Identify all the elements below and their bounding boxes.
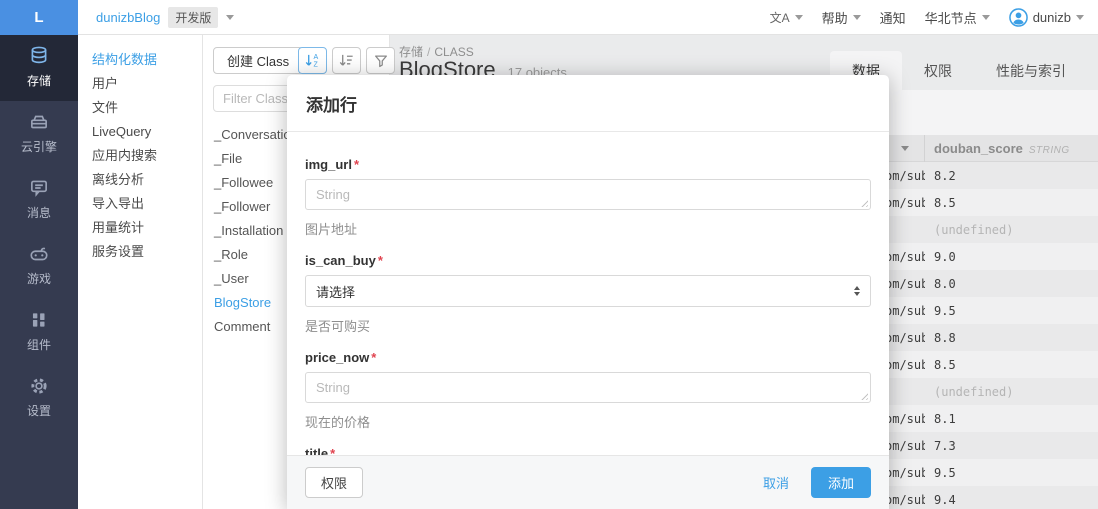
sidebar-item-games[interactable]: 游戏 bbox=[0, 233, 78, 299]
score-cell[interactable]: (undefined) bbox=[925, 223, 1013, 237]
subnav-usage-stats[interactable]: 用量统计 bbox=[78, 216, 202, 240]
create-class-button[interactable]: 创建 Class bbox=[213, 47, 303, 74]
sidebar-item-components[interactable]: 组件 bbox=[0, 299, 78, 365]
svg-text:Z: Z bbox=[313, 61, 318, 69]
storage-sidebar: 结构化数据 用户 文件 LiveQuery 应用内搜索 离线分析 导入导出 用量… bbox=[78, 35, 203, 509]
avatar bbox=[1009, 8, 1028, 27]
tab-performance-index[interactable]: 性能与索引 bbox=[974, 51, 1088, 90]
score-cell[interactable]: 8.2 bbox=[925, 169, 956, 183]
url-cell[interactable]: om/sub bbox=[885, 277, 925, 291]
url-cell[interactable]: om/sub bbox=[885, 493, 925, 507]
chevron-down-icon bbox=[795, 15, 803, 20]
url-cell[interactable]: om/sub bbox=[885, 196, 925, 210]
field-hint-price-now: 现在的价格 bbox=[305, 412, 871, 431]
notifications-link[interactable]: 通知 bbox=[880, 8, 906, 27]
sidebar-item-storage[interactable]: 存储 bbox=[0, 35, 78, 101]
subnav-service-settings[interactable]: 服务设置 bbox=[78, 240, 202, 264]
app-switcher[interactable]: dunizbBlog 开发版 bbox=[96, 0, 234, 35]
required-asterisk: * bbox=[378, 253, 383, 268]
components-icon bbox=[0, 309, 78, 333]
subnav-offline-analysis[interactable]: 离线分析 bbox=[78, 168, 202, 192]
column-type-label: STRING bbox=[1029, 145, 1070, 156]
img-url-input[interactable] bbox=[305, 179, 871, 210]
subnav-livequery[interactable]: LiveQuery bbox=[78, 120, 202, 144]
filter-funnel-button[interactable] bbox=[366, 47, 395, 74]
topbar-menu: 文A 帮助 通知 华北节点 dunizb bbox=[770, 0, 1084, 35]
primary-sidebar: 存储 云引擎 消息 bbox=[0, 35, 78, 509]
url-cell[interactable]: om/sub bbox=[885, 250, 925, 264]
column-menu-button[interactable] bbox=[885, 135, 925, 162]
field-hint-is-can-buy: 是否可购买 bbox=[305, 316, 871, 335]
modal-body: img_url* 图片地址 is_can_buy* 请选择 是否可购买 pric… bbox=[287, 132, 889, 499]
subnav-structured-data[interactable]: 结构化数据 bbox=[78, 48, 202, 72]
region-menu[interactable]: 华北节点 bbox=[925, 8, 990, 27]
tab-permissions[interactable]: 权限 bbox=[902, 51, 974, 90]
score-cell[interactable]: 8.5 bbox=[925, 196, 956, 210]
sidebar-item-settings[interactable]: 设置 bbox=[0, 365, 78, 431]
permissions-button[interactable]: 权限 bbox=[305, 467, 363, 498]
score-cell[interactable]: 9.5 bbox=[925, 466, 956, 480]
url-cell[interactable]: om/sub bbox=[885, 331, 925, 345]
chevron-down-icon bbox=[901, 146, 909, 151]
score-cell[interactable]: 8.5 bbox=[925, 358, 956, 372]
app-name-link[interactable]: dunizbBlog bbox=[96, 10, 160, 25]
score-cell[interactable]: 8.8 bbox=[925, 331, 956, 345]
server-icon bbox=[0, 111, 78, 135]
add-row-modal: 添加行 img_url* 图片地址 is_can_buy* 请选择 是否可购买 … bbox=[287, 75, 889, 509]
score-cell[interactable]: 8.0 bbox=[925, 277, 956, 291]
chevron-down-icon bbox=[1076, 15, 1084, 20]
language-menu[interactable]: 文A bbox=[770, 9, 803, 26]
sidebar-item-cloud-engine[interactable]: 云引擎 bbox=[0, 101, 78, 167]
url-cell[interactable]: om/sub bbox=[885, 169, 925, 183]
add-button[interactable]: 添加 bbox=[811, 467, 871, 498]
chevron-down-icon bbox=[853, 15, 861, 20]
url-cell[interactable]: om/sub bbox=[885, 439, 925, 453]
select-stepper-icon bbox=[854, 286, 860, 296]
score-cell[interactable]: 7.3 bbox=[925, 439, 956, 453]
column-header-douban-score[interactable]: douban_score STRING bbox=[925, 141, 1070, 156]
modal-footer: 权限 取消 添加 bbox=[287, 455, 889, 509]
app-env-badge: 开发版 bbox=[168, 7, 218, 28]
user-menu[interactable]: dunizb bbox=[1009, 8, 1084, 27]
field-hint-img-url: 图片地址 bbox=[305, 219, 871, 238]
score-cell[interactable]: 9.5 bbox=[925, 304, 956, 318]
app-screen: L dunizbBlog 开发版 文A 帮助 通知 华北节点 bbox=[0, 0, 1098, 509]
score-cell[interactable]: 9.0 bbox=[925, 250, 956, 264]
score-cell[interactable]: (undefined) bbox=[925, 385, 1013, 399]
cancel-button[interactable]: 取消 bbox=[763, 473, 789, 492]
subnav-inapp-search[interactable]: 应用内搜索 bbox=[78, 144, 202, 168]
url-cell[interactable]: om/sub bbox=[885, 358, 925, 372]
database-icon bbox=[0, 45, 78, 69]
chevron-down-icon[interactable] bbox=[226, 15, 234, 20]
topbar: L dunizbBlog 开发版 文A 帮助 通知 华北节点 bbox=[0, 0, 1098, 35]
required-asterisk: * bbox=[354, 157, 359, 172]
sort-alpha-button[interactable]: A Z bbox=[298, 47, 327, 74]
gamepad-icon bbox=[0, 243, 78, 267]
chat-bubble-icon bbox=[0, 177, 78, 201]
url-cell[interactable]: om/sub bbox=[885, 412, 925, 426]
field-label-is-can-buy: is_can_buy* bbox=[305, 253, 871, 268]
class-toolbar: A Z bbox=[298, 47, 395, 74]
required-asterisk: * bbox=[371, 350, 376, 365]
price-now-input[interactable] bbox=[305, 372, 871, 403]
score-cell[interactable]: 9.4 bbox=[925, 493, 956, 507]
subnav-files[interactable]: 文件 bbox=[78, 96, 202, 120]
subnav-users[interactable]: 用户 bbox=[78, 72, 202, 96]
field-label-price-now: price_now* bbox=[305, 350, 871, 365]
chevron-down-icon bbox=[982, 15, 990, 20]
app-logo[interactable]: L bbox=[0, 0, 78, 35]
is-can-buy-select[interactable]: 请选择 bbox=[305, 275, 871, 307]
url-cell[interactable]: om/sub bbox=[885, 304, 925, 318]
sort-list-button[interactable] bbox=[332, 47, 361, 74]
field-label-img-url: img_url* bbox=[305, 157, 871, 172]
translate-icon: 文A bbox=[770, 9, 790, 26]
help-menu[interactable]: 帮助 bbox=[822, 8, 861, 27]
sidebar-item-messages[interactable]: 消息 bbox=[0, 167, 78, 233]
gear-icon bbox=[0, 375, 78, 399]
score-cell[interactable]: 8.1 bbox=[925, 412, 956, 426]
url-cell[interactable]: om/sub bbox=[885, 466, 925, 480]
modal-title: 添加行 bbox=[306, 96, 357, 115]
subnav-import-export[interactable]: 导入导出 bbox=[78, 192, 202, 216]
modal-header: 添加行 bbox=[287, 75, 889, 132]
